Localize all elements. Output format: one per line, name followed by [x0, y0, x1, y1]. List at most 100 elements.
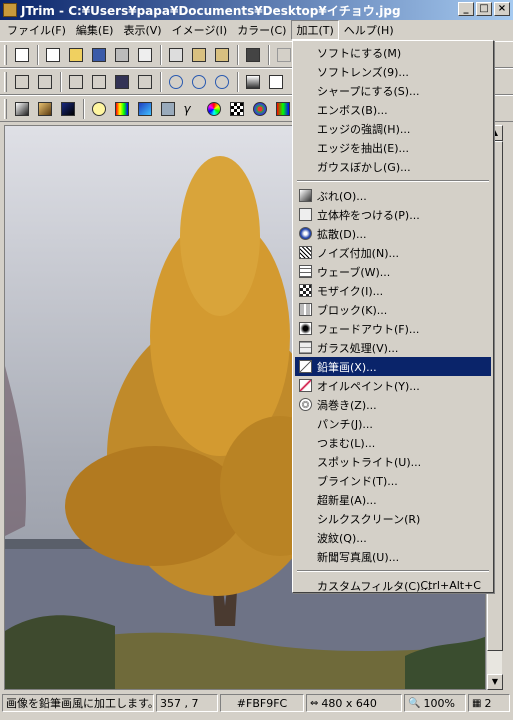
paste-new-button[interactable]	[11, 44, 32, 65]
rotate-right-90-icon[interactable]	[188, 71, 209, 92]
minimize-button[interactable]: _	[458, 2, 474, 16]
gamma-icon[interactable]: γ	[180, 98, 201, 119]
menu-item-3d-frame[interactable]: 立体枠をつける(P)...	[295, 205, 491, 224]
menu-item-glass[interactable]: ガラス処理(V)...	[295, 338, 491, 357]
paste-special-button[interactable]	[211, 44, 232, 65]
menu-item-motion-blur[interactable]: ぶれ(O)...	[295, 186, 491, 205]
title-bar: JTrim - C:¥Users¥papa¥Documents¥Desktop¥…	[0, 0, 513, 20]
menu-item-soften[interactable]: ソフトにする(M)	[295, 43, 491, 62]
mirror-icon[interactable]	[111, 71, 132, 92]
menu-item-blinds[interactable]: ブラインド(T)...	[295, 471, 491, 490]
flip-horizontal-icon[interactable]	[65, 71, 86, 92]
menu-item-sharpen[interactable]: シャープにする(S)...	[295, 81, 491, 100]
copy-button[interactable]	[165, 44, 186, 65]
block-icon	[299, 303, 312, 316]
toolbar-grip[interactable]	[4, 98, 7, 119]
zoom-icon: 🔍	[408, 697, 421, 709]
menu-item-edge-enhance[interactable]: エッジの強調(H)...	[295, 119, 491, 138]
menu-item-label: ウェーブ(W)...	[317, 265, 391, 279]
menu-item-newspaper[interactable]: 新聞写真風(U)...	[295, 547, 491, 566]
rotate-free-icon[interactable]	[211, 71, 232, 92]
menu-help[interactable]: ヘルプ(H)	[339, 20, 399, 40]
menu-process[interactable]: 加工(T)	[291, 20, 339, 40]
maximize-button[interactable]: □	[476, 2, 492, 16]
checker-icon[interactable]	[226, 98, 247, 119]
fadeout-icon	[299, 322, 312, 335]
menu-edit[interactable]: 編集(E)	[71, 20, 119, 40]
resize-icon[interactable]	[34, 71, 55, 92]
paste-button[interactable]	[188, 44, 209, 65]
menu-file[interactable]: ファイル(F)	[2, 20, 71, 40]
noise-icon	[299, 246, 312, 259]
grayscale-icon[interactable]	[242, 71, 263, 92]
menu-item-pinch[interactable]: つまむ(L)...	[295, 433, 491, 452]
scroll-down-icon[interactable]: ▼	[487, 674, 503, 690]
toolbar-separator	[160, 71, 162, 92]
crop-icon[interactable]	[11, 71, 32, 92]
menu-item-label: カスタムフィルタ(C)...	[317, 579, 431, 593]
menu-bar: ファイル(F) 編集(E) 表示(V) イメージ(I) カラー(C) 加工(T)…	[0, 20, 513, 40]
menu-item-ripple[interactable]: 波紋(Q)...	[295, 528, 491, 547]
close-button[interactable]: ×	[494, 2, 510, 16]
sepia-icon[interactable]	[34, 98, 55, 119]
menu-item-mosaic[interactable]: モザイク(I)...	[295, 281, 491, 300]
menu-item-punch[interactable]: パンチ(J)...	[295, 414, 491, 433]
brightness-icon[interactable]	[88, 98, 109, 119]
menu-item-emboss[interactable]: エンボス(B)...	[295, 100, 491, 119]
toolbar-grip[interactable]	[4, 71, 7, 92]
menu-item-soft-lens[interactable]: ソフトレンズ(9)...	[295, 62, 491, 81]
menu-image[interactable]: イメージ(I)	[167, 20, 233, 40]
color-balance-icon[interactable]	[111, 98, 132, 119]
save-button[interactable]	[88, 44, 109, 65]
process-menu: ソフトにする(M) ソフトレンズ(9)... シャープにする(S)... エンボ…	[292, 40, 494, 593]
rotate-left-90-icon[interactable]	[165, 71, 186, 92]
glass-icon	[299, 341, 312, 354]
window-title: JTrim - C:¥Users¥papa¥Documents¥Desktop¥…	[21, 3, 401, 18]
color-reduce-icon[interactable]	[272, 98, 293, 119]
toolbar-separator	[160, 44, 162, 65]
menu-item-wave[interactable]: ウェーブ(W)...	[295, 262, 491, 281]
menu-color[interactable]: カラー(C)	[232, 20, 291, 40]
eyedropper-button[interactable]	[242, 44, 263, 65]
open-folder-button[interactable]	[65, 44, 86, 65]
menu-item-label: ブロック(K)...	[317, 303, 388, 317]
menu-item-noise[interactable]: ノイズ付加(N)...	[295, 243, 491, 262]
status-coords: 357 , 7	[156, 694, 218, 712]
menu-item-oil-paint[interactable]: オイルペイント(Y)...	[295, 376, 491, 395]
palette-icon[interactable]	[203, 98, 224, 119]
swirl-icon	[299, 398, 312, 411]
menu-item-pencil-sketch[interactable]: 鉛筆画(X)...	[295, 357, 491, 376]
mosaic-icon	[299, 284, 312, 297]
image-adjust-icon[interactable]	[157, 98, 178, 119]
status-message: 画像を鉛筆画風に加工します。	[2, 694, 154, 712]
frame-tool-icon[interactable]	[265, 71, 286, 92]
color-levels-icon[interactable]	[134, 98, 155, 119]
menu-item-silkscreen[interactable]: シルクスクリーン(R)	[295, 509, 491, 528]
menu-item-fadeout[interactable]: フェードアウト(F)...	[295, 319, 491, 338]
menu-separator	[297, 570, 489, 572]
menu-item-label: 渦巻き(Z)...	[317, 398, 377, 412]
grid-icon: ▦	[472, 697, 482, 709]
trim-icon[interactable]	[134, 71, 155, 92]
menu-item-custom-filter[interactable]: カスタムフィルタ(C)... Ctrl+Alt+C	[295, 576, 491, 595]
toolbar-grip[interactable]	[4, 44, 7, 65]
new-file-button[interactable]	[42, 44, 63, 65]
undo-button[interactable]	[273, 44, 294, 65]
negative-icon[interactable]	[57, 98, 78, 119]
menu-item-diffuse[interactable]: 拡散(D)...	[295, 224, 491, 243]
color-dots-icon[interactable]	[249, 98, 270, 119]
menu-view[interactable]: 表示(V)	[118, 20, 166, 40]
status-zoom: 100%	[423, 696, 455, 710]
menu-item-block[interactable]: ブロック(K)...	[295, 300, 491, 319]
toolbar-separator	[237, 71, 239, 92]
menu-item-gaussian-blur[interactable]: ガウスぼかし(G)...	[295, 157, 491, 176]
flip-vertical-icon[interactable]	[88, 71, 109, 92]
print-button[interactable]	[111, 44, 132, 65]
frame-icon	[299, 208, 312, 221]
menu-item-supernova[interactable]: 超新星(A)...	[295, 490, 491, 509]
print-preview-button[interactable]	[134, 44, 155, 65]
menu-item-edge-detect[interactable]: エッジを抽出(E)...	[295, 138, 491, 157]
menu-item-spotlight[interactable]: スポットライト(U)...	[295, 452, 491, 471]
grayscale-effect-icon[interactable]	[11, 98, 32, 119]
menu-item-swirl[interactable]: 渦巻き(Z)...	[295, 395, 491, 414]
